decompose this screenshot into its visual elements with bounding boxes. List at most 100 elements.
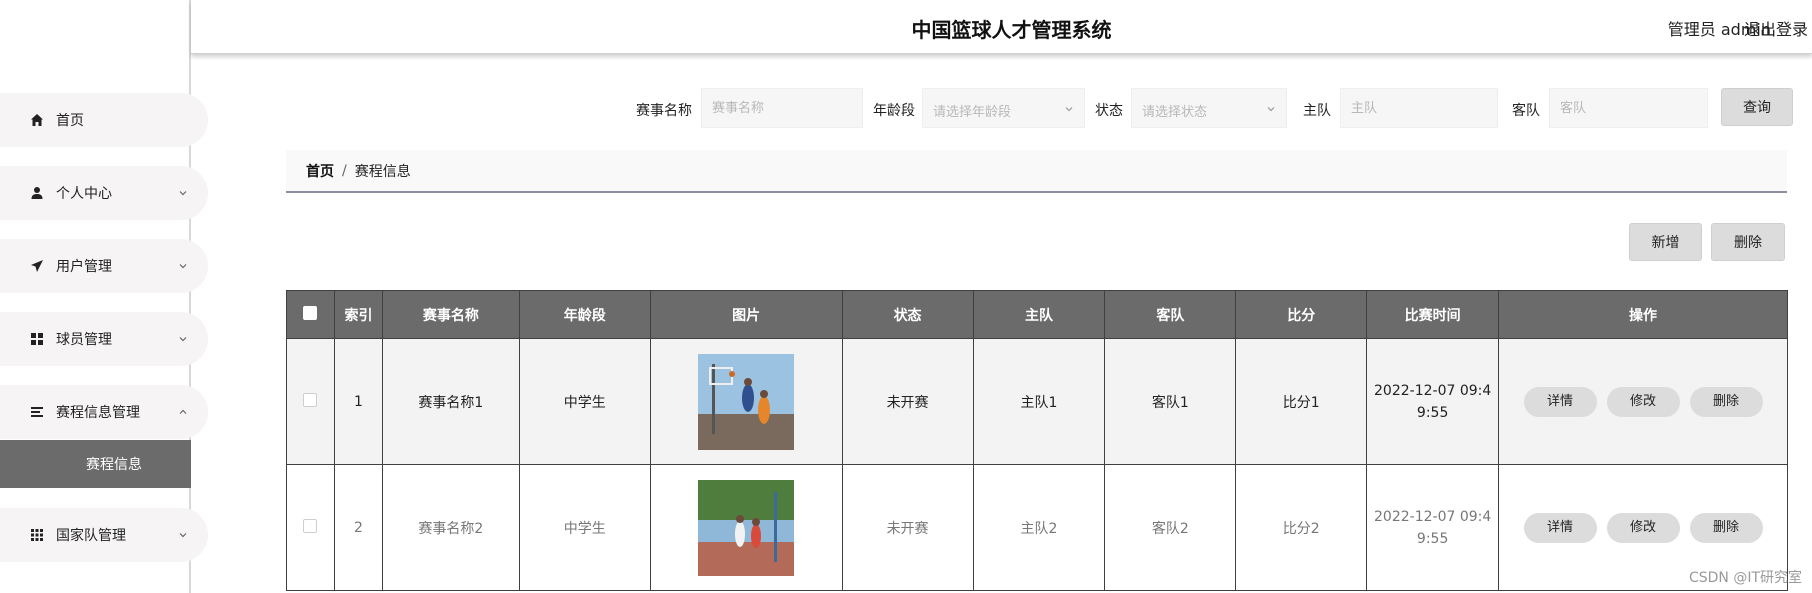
chevron-down-icon bbox=[179, 264, 187, 269]
index-cell: 1 bbox=[333, 338, 383, 465]
score-cell: 比分1 bbox=[1235, 338, 1368, 465]
sidebar-item-label: 个人中心 bbox=[56, 186, 112, 202]
column-header: 比赛时间 bbox=[1366, 290, 1500, 339]
query-button[interactable]: 查询 bbox=[1721, 88, 1793, 126]
match-name-cell: 赛事名称2 bbox=[381, 464, 520, 591]
row-select-cell bbox=[286, 338, 335, 465]
age-select[interactable]: 请选择年龄段 bbox=[922, 88, 1085, 128]
grid-icon bbox=[27, 332, 47, 346]
status-cell: 未开赛 bbox=[841, 464, 974, 591]
sidebar-subitem-schedule-info[interactable]: 赛程信息 bbox=[0, 440, 191, 488]
row-checkbox[interactable] bbox=[303, 392, 318, 407]
select-all-cell bbox=[286, 290, 335, 339]
sidebar-item-national-team[interactable]: 国家队管理 bbox=[0, 508, 208, 562]
time-cell: 2022-12-07 09:4 9:55 bbox=[1366, 338, 1500, 465]
time-line: 2022-12-07 09:4 bbox=[1374, 508, 1492, 525]
top-header: 中国篮球人才管理系统 管理员 admin 退出登录 bbox=[191, 0, 1812, 54]
time-line: 9:55 bbox=[1416, 404, 1449, 421]
row-select-cell bbox=[286, 464, 335, 591]
table-row: 2 赛事名称2 中学生 未开赛 主队2 客队2 比分2 2022-12-07 0… bbox=[286, 464, 1788, 591]
send-icon bbox=[27, 259, 47, 273]
detail-button[interactable]: 详情 bbox=[1523, 512, 1597, 543]
sidebar-item-player-management[interactable]: 球员管理 bbox=[0, 312, 208, 366]
delete-button[interactable]: 删除 bbox=[1711, 223, 1785, 261]
home-icon bbox=[27, 113, 47, 127]
search-bar: 赛事名称 年龄段 请选择年龄段 状态 请选择状态 主队 客队 查询 bbox=[636, 88, 1796, 128]
match-photo bbox=[698, 479, 795, 576]
sidebar-item-profile[interactable]: 个人中心 bbox=[0, 166, 208, 220]
breadcrumb-current: 赛程信息 bbox=[354, 163, 411, 180]
home-team-cell: 主队1 bbox=[972, 338, 1106, 465]
match-name-input[interactable] bbox=[701, 88, 863, 128]
column-header: 赛事名称 bbox=[381, 290, 520, 339]
column-header: 图片 bbox=[649, 290, 843, 339]
sidebar-item-label: 赛程信息管理 bbox=[56, 405, 140, 421]
breadcrumb: 首页 / 赛程信息 bbox=[286, 150, 1787, 193]
watermark: CSDN @IT研究室 bbox=[1688, 570, 1802, 586]
sidebar-item-label: 首页 bbox=[56, 113, 84, 129]
home-team-cell: 主队2 bbox=[972, 464, 1106, 591]
edit-button[interactable]: 修改 bbox=[1606, 386, 1680, 417]
time-line: 9:55 bbox=[1416, 530, 1449, 547]
age-label: 年龄段 bbox=[873, 103, 915, 119]
time-line: 2022-12-07 09:4 bbox=[1374, 382, 1492, 399]
column-header: 索引 bbox=[333, 290, 383, 339]
select-all-checkbox[interactable] bbox=[303, 305, 318, 320]
column-header: 比分 bbox=[1235, 290, 1368, 339]
column-header: 状态 bbox=[841, 290, 974, 339]
sidebar-item-user-management[interactable]: 用户管理 bbox=[0, 239, 208, 293]
home-team-label: 主队 bbox=[1303, 103, 1331, 119]
list-icon bbox=[27, 405, 47, 419]
chevron-down-icon bbox=[179, 337, 187, 342]
logout-link[interactable]: 退出登录 bbox=[1744, 16, 1808, 40]
sidebar-item-schedule-management[interactable]: 赛程信息管理 bbox=[0, 385, 208, 439]
image-cell bbox=[649, 338, 843, 465]
chevron-down-icon bbox=[179, 533, 187, 538]
sidebar-subitem-label: 赛程信息 bbox=[86, 457, 142, 473]
away-team-cell: 客队2 bbox=[1104, 464, 1237, 591]
detail-button[interactable]: 详情 bbox=[1523, 386, 1597, 417]
breadcrumb-separator: / bbox=[342, 162, 347, 179]
breadcrumb-home[interactable]: 首页 bbox=[306, 161, 334, 181]
table-header-row: 索引 赛事名称 年龄段 图片 状态 主队 客队 比分 比赛时间 操作 bbox=[286, 290, 1788, 339]
match-name-cell: 赛事名称1 bbox=[381, 338, 520, 465]
app-title: 中国篮球人才管理系统 bbox=[911, 18, 1112, 42]
sidebar-item-label: 用户管理 bbox=[56, 259, 112, 275]
actions-cell: 详情 修改 删除 bbox=[1498, 338, 1788, 465]
column-header: 年龄段 bbox=[518, 290, 651, 339]
chevron-down-icon bbox=[1267, 107, 1275, 112]
table-row: 1 赛事名称1 中学生 未开赛 主队1 客队1 比分1 2022-12-07 0… bbox=[286, 338, 1788, 465]
status-cell: 未开赛 bbox=[841, 338, 974, 465]
image-cell bbox=[649, 464, 843, 591]
sidebar-item-home[interactable]: 首页 bbox=[0, 93, 208, 147]
status-select[interactable]: 请选择状态 bbox=[1131, 88, 1287, 128]
add-button[interactable]: 新增 bbox=[1629, 223, 1702, 261]
row-delete-button[interactable]: 删除 bbox=[1689, 386, 1763, 417]
sidebar-item-label: 国家队管理 bbox=[56, 528, 126, 544]
chevron-down-icon bbox=[179, 191, 187, 196]
age-select-placeholder: 请选择年龄段 bbox=[933, 105, 1012, 120]
away-team-input[interactable] bbox=[1549, 88, 1708, 128]
row-checkbox[interactable] bbox=[303, 518, 318, 533]
away-team-cell: 客队1 bbox=[1104, 338, 1237, 465]
sidebar-item-label: 球员管理 bbox=[56, 332, 112, 348]
column-header: 操作 bbox=[1498, 290, 1788, 339]
row-delete-button[interactable]: 删除 bbox=[1689, 512, 1763, 543]
schedule-table: 索引 赛事名称 年龄段 图片 状态 主队 客队 比分 比赛时间 操作 1 赛事名… bbox=[286, 290, 1788, 591]
edit-button[interactable]: 修改 bbox=[1606, 512, 1680, 543]
status-label: 状态 bbox=[1095, 103, 1123, 119]
away-team-label: 客队 bbox=[1512, 103, 1540, 119]
time-cell: 2022-12-07 09:4 9:55 bbox=[1366, 464, 1500, 591]
match-name-label: 赛事名称 bbox=[636, 103, 692, 119]
home-team-input[interactable] bbox=[1340, 88, 1498, 128]
chevron-down-icon bbox=[1065, 107, 1073, 112]
user-icon bbox=[27, 186, 47, 200]
match-photo bbox=[698, 353, 795, 450]
column-header: 客队 bbox=[1104, 290, 1237, 339]
status-select-placeholder: 请选择状态 bbox=[1142, 105, 1208, 120]
age-cell: 中学生 bbox=[518, 338, 651, 465]
apps-icon bbox=[27, 528, 47, 542]
index-cell: 2 bbox=[333, 464, 383, 591]
age-cell: 中学生 bbox=[518, 464, 651, 591]
sidebar: 首页 个人中心 用户管理 球员管理 赛程信息管理 赛程信息 国家队管理 bbox=[0, 0, 208, 593]
